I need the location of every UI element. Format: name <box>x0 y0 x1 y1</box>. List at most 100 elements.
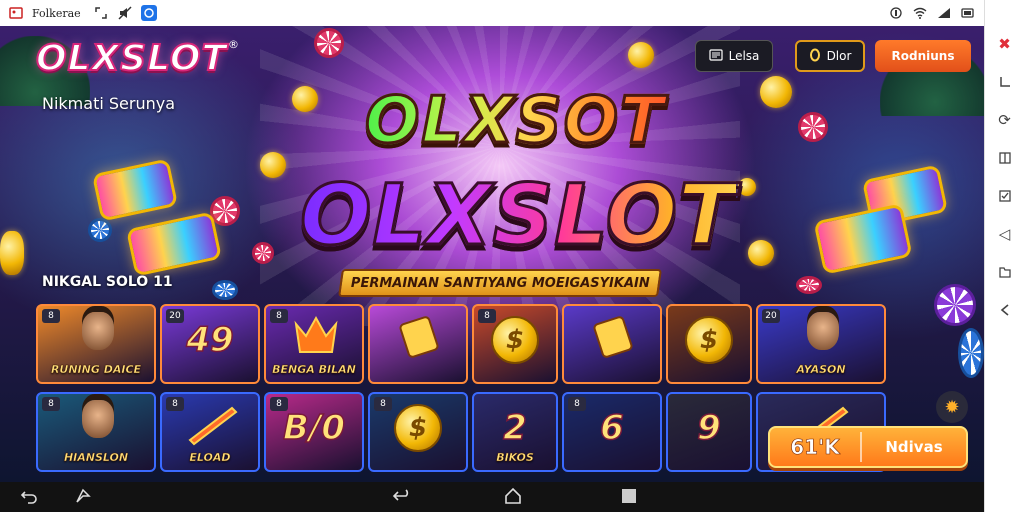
recents-icon[interactable] <box>620 487 638 510</box>
side-toolbar: ✖ ⟳ ◁ <box>984 0 1024 512</box>
game-title: BENGA BILAN <box>272 363 356 376</box>
slot-reel-decor <box>813 203 913 275</box>
game-tile[interactable]: $ <box>666 304 752 384</box>
slot-reel-decor <box>91 158 179 222</box>
coin-icon <box>0 231 24 275</box>
coin-icon <box>760 76 792 108</box>
game-number: 9 <box>696 407 721 449</box>
corner-icon[interactable] <box>995 72 1015 92</box>
game-tile[interactable]: $8 <box>472 304 558 384</box>
character-avatar <box>82 400 114 438</box>
app-icon[interactable] <box>140 5 157 21</box>
grid-icon <box>708 48 723 64</box>
casino-chip-icon <box>958 328 984 378</box>
status-bar: Folkerae <box>0 0 984 26</box>
casino-chip-icon <box>212 280 238 300</box>
sword-icon <box>188 406 238 446</box>
game-title: ELOAD <box>189 451 231 464</box>
game-title: BIKOS <box>496 451 534 464</box>
hero-title-main: OLXSLOT <box>298 165 737 266</box>
back-icon[interactable] <box>392 487 412 510</box>
login-button[interactable]: Lelsa <box>695 40 773 72</box>
slot-reel-decor <box>125 211 223 277</box>
settings-button[interactable]: ✹ <box>936 391 968 423</box>
game-tile[interactable]: 8 ELOAD <box>160 392 260 472</box>
deposit-label: Dlor <box>826 49 852 63</box>
ring-icon <box>809 48 821 65</box>
card-icon <box>399 316 439 358</box>
casino-chip-icon <box>210 196 240 226</box>
expand-icon[interactable] <box>93 5 109 21</box>
coin-icon <box>628 42 654 68</box>
tile-badge: 20 <box>762 309 780 323</box>
balance-value: 61'K <box>790 435 840 460</box>
brand-tagline: Nikmati Serunya <box>42 94 176 113</box>
casino-chip-icon <box>314 28 344 58</box>
record-icon <box>888 5 904 21</box>
deposit-button[interactable]: Dlor <box>795 40 865 72</box>
game-title: AYASON <box>796 363 846 376</box>
coin-icon <box>260 152 286 178</box>
tile-badge: 8 <box>42 309 60 323</box>
volume-icon[interactable]: ◁ <box>995 224 1015 244</box>
casino-chip-icon <box>796 276 822 294</box>
tile-badge: 8 <box>42 397 60 411</box>
game-tile[interactable]: 49 20 <box>160 304 260 384</box>
balance-cta-button[interactable]: 61'K Ndivas <box>768 426 968 468</box>
back-arrow-icon[interactable] <box>995 300 1015 320</box>
game-title: HIANSLON <box>63 451 129 464</box>
game-tile[interactable]: 20 AYASON <box>756 304 886 384</box>
game-tile[interactable]: 9 <box>666 392 752 472</box>
wifi-icon <box>912 5 928 21</box>
folder-icon[interactable] <box>995 262 1015 282</box>
character-avatar <box>807 312 839 350</box>
battery-icon <box>960 5 976 21</box>
tile-badge: 8 <box>270 397 288 411</box>
coin-icon: $ <box>491 316 539 364</box>
tile-badge: 8 <box>568 397 586 411</box>
home-icon[interactable] <box>504 487 522 510</box>
game-tile[interactable]: 8 RUNING DAICE <box>36 304 156 384</box>
game-number: 6 <box>599 407 624 449</box>
tile-badge: 8 <box>270 309 288 323</box>
coin-icon <box>748 240 774 266</box>
register-button[interactable]: Rodniuns <box>875 40 971 72</box>
app-title: Folkerae <box>32 6 81 20</box>
hero-title-top: OLXSOT <box>364 83 666 160</box>
tile-badge: 20 <box>166 309 184 323</box>
hero-subtitle-banner: PERMAINAN SANTIYANG MOEIGASYIKAIN <box>338 269 662 297</box>
split-icon[interactable] <box>995 148 1015 168</box>
hero-subtitle: PERMAINAN SANTIYANG MOEIGASYIKAIN <box>350 275 650 291</box>
navigation-bar <box>0 482 984 512</box>
undo-icon[interactable] <box>20 487 38 510</box>
demon-icon <box>294 315 338 353</box>
game-tile[interactable]: B/0 8 <box>264 392 364 472</box>
game-tile[interactable]: $8 <box>368 392 468 472</box>
game-tile[interactable]: 8 BENGA BILAN <box>264 304 364 384</box>
character-avatar <box>82 312 114 350</box>
login-label: Lelsa <box>728 49 760 63</box>
cta-label: Ndivas <box>885 438 943 456</box>
tile-badge: 8 <box>374 397 392 411</box>
game-tile[interactable] <box>562 304 662 384</box>
collapse-icon[interactable]: ✖ <box>995 34 1015 54</box>
mute-icon[interactable] <box>117 5 133 21</box>
gear-icon: ✹ <box>944 396 960 418</box>
signal-icon <box>936 5 952 21</box>
registered-mark: ® <box>228 38 239 51</box>
brand-logo[interactable]: OLXSLOT <box>35 37 227 80</box>
game-title: RUNING DAICE <box>50 363 142 376</box>
coin-icon <box>292 86 318 112</box>
share-icon[interactable] <box>74 487 92 510</box>
game-tile[interactable] <box>368 304 468 384</box>
rotate-icon[interactable]: ⟳ <box>995 110 1015 130</box>
game-tile[interactable]: 2 BIKOS <box>472 392 558 472</box>
gallery-icon[interactable] <box>8 5 24 21</box>
card-icon <box>593 316 633 358</box>
check-icon[interactable] <box>995 186 1015 206</box>
game-tile[interactable]: 68 <box>562 392 662 472</box>
tile-badge: 8 <box>166 397 184 411</box>
game-number: 2 <box>502 407 527 449</box>
game-tile[interactable]: 8 HIANSLON <box>36 392 156 472</box>
app-screen: Folkerae OLXSLOT ® Nikmati Serunya Lelsa… <box>0 0 1024 512</box>
